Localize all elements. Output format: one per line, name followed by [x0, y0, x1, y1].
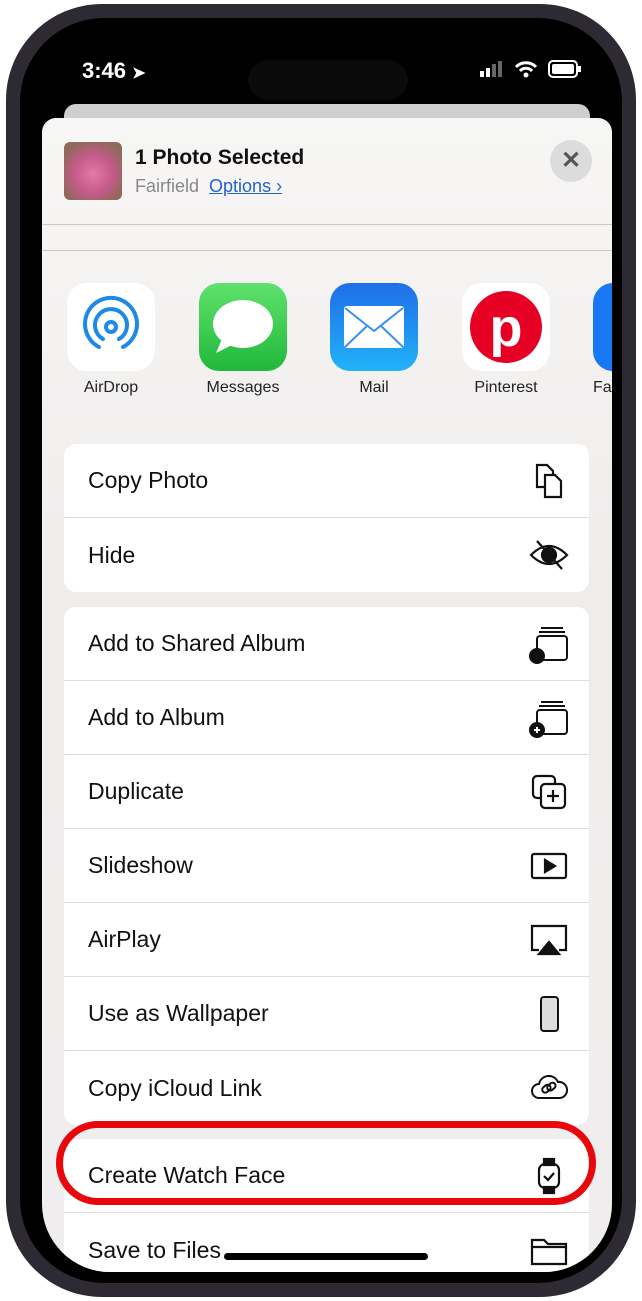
location-arrow-icon: ➤ — [132, 65, 146, 82]
action-hide[interactable]: Hide — [64, 518, 589, 592]
location-label: Fairfield — [135, 176, 200, 196]
airplay-icon — [530, 924, 568, 955]
app-label: Pinterest — [474, 379, 538, 396]
svg-text:p: p — [490, 298, 523, 358]
action-copy-photo[interactable]: Copy Photo — [64, 444, 589, 518]
action-copy-icloud-link[interactable]: Copy iCloud Link — [64, 1051, 589, 1125]
app-label: AirDrop — [83, 379, 139, 396]
app-messages[interactable]: Messages — [199, 283, 287, 397]
divider — [42, 224, 612, 225]
wifi-icon — [514, 61, 538, 78]
action-label: Hide — [88, 541, 136, 568]
app-pinterest[interactable]: p Pinterest — [462, 283, 550, 397]
highlight-annotation — [56, 1121, 596, 1205]
app-airdrop[interactable]: AirDrop — [67, 283, 155, 397]
status-time: 3:46 ➤ — [82, 58, 146, 84]
action-label: Copy Photo — [88, 467, 209, 493]
action-use-as-wallpaper[interactable]: Use as Wallpaper — [64, 977, 589, 1051]
battery-icon — [548, 60, 581, 78]
eye-slash-icon — [529, 540, 569, 570]
photo-thumbnail — [64, 142, 122, 200]
action-add-to-shared-album[interactable]: Add to Shared Album — [64, 607, 589, 681]
cloud-link-icon — [531, 1074, 569, 1099]
signal-icon — [480, 61, 502, 77]
action-slideshow[interactable]: Slideshow — [64, 829, 589, 903]
bezel: 3:46 ➤ 1 Photo Selected Fairfield Options… — [20, 18, 622, 1283]
sheet-subtitle: Fairfield Options › — [135, 176, 282, 197]
sheet-title: 1 Photo Selected — [135, 146, 305, 169]
app-mail[interactable]: Mail — [330, 283, 418, 397]
action-duplicate[interactable]: Duplicate — [64, 755, 589, 829]
action-label: AirPlay — [88, 926, 161, 952]
phone-frame: 3:46 ➤ 1 Photo Selected Fairfield Options… — [6, 4, 636, 1297]
iphone-icon — [540, 995, 559, 1032]
mail-icon — [330, 283, 418, 371]
action-label: Add to Shared Album — [88, 630, 306, 656]
folder-icon — [530, 1238, 568, 1266]
home-indicator[interactable] — [224, 1253, 428, 1260]
app-facebook[interactable]: Fa — [593, 283, 612, 397]
action-save-to-files[interactable]: Save to Files — [64, 1213, 589, 1272]
copy-icon — [535, 463, 563, 498]
action-airplay[interactable]: AirPlay — [64, 903, 589, 977]
duplicate-icon — [531, 774, 567, 809]
action-label: Add to Album — [88, 704, 225, 730]
screen: 3:46 ➤ 1 Photo Selected Fairfield Options… — [42, 40, 612, 1272]
action-group-1: Copy Photo Hide — [64, 444, 589, 592]
shared-album-icon — [529, 626, 568, 664]
share-sheet: 1 Photo Selected Fairfield Options › ✕ Ai… — [42, 118, 612, 1272]
action-group-2: Add to Shared Album Add to Album Duplica… — [64, 607, 589, 1125]
action-label: Slideshow — [88, 852, 193, 878]
dynamic-island — [248, 60, 408, 100]
close-button[interactable]: ✕ — [550, 140, 592, 182]
app-label: Fa — [593, 379, 612, 396]
messages-icon — [199, 283, 287, 371]
action-add-to-album[interactable]: Add to Album — [64, 681, 589, 755]
app-label: Mail — [359, 379, 389, 396]
action-label: Duplicate — [88, 778, 184, 804]
play-rectangle-icon — [530, 852, 568, 879]
status-icons — [480, 60, 582, 78]
app-label: Messages — [206, 379, 280, 396]
airdrop-icon — [67, 283, 155, 371]
action-label: Save to Files — [88, 1236, 221, 1263]
close-icon: ✕ — [560, 147, 582, 174]
options-link[interactable]: Options › — [209, 176, 282, 196]
pinterest-icon: p — [462, 283, 550, 371]
time: 3:46 — [82, 58, 127, 83]
divider — [42, 250, 612, 251]
action-label: Copy iCloud Link — [88, 1074, 262, 1101]
facebook-icon — [593, 283, 612, 371]
add-album-icon — [529, 700, 568, 738]
action-label: Use as Wallpaper — [88, 1000, 269, 1026]
